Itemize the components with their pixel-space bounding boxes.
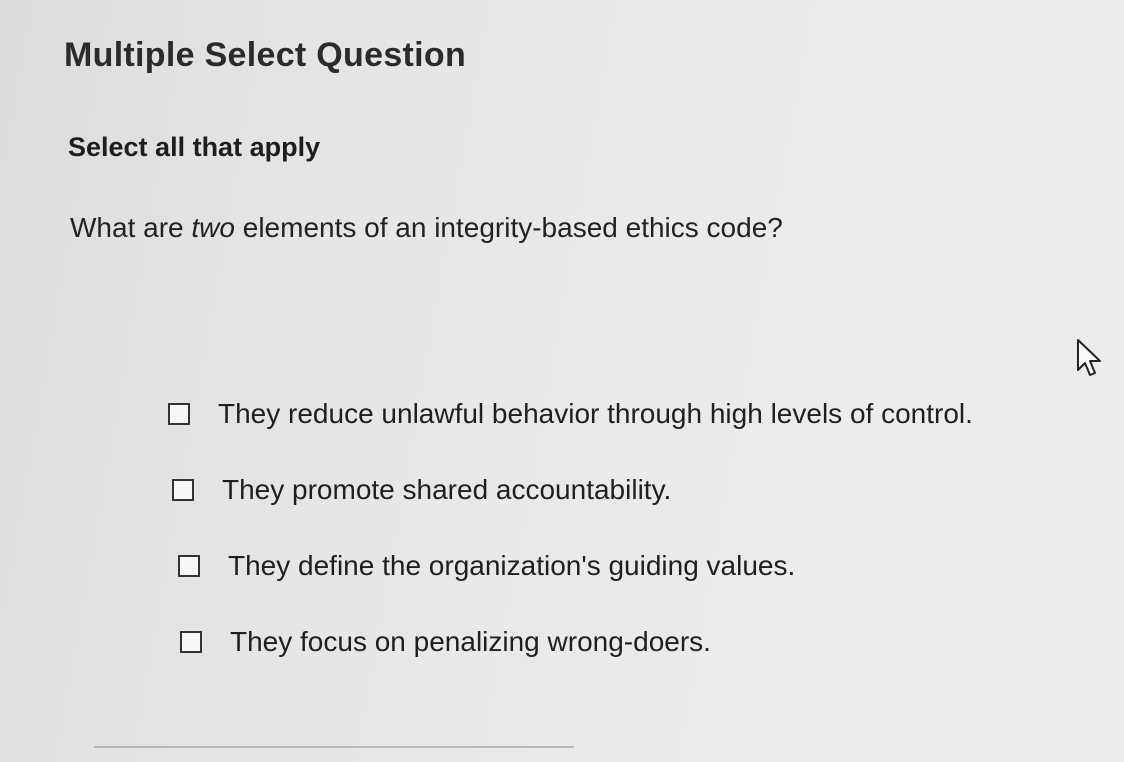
answer-option-3[interactable]: They define the organization's guiding v… — [168, 528, 1108, 604]
answer-option-label[interactable]: They reduce unlawful behavior through hi… — [218, 398, 973, 430]
checkbox-empty-icon[interactable] — [178, 555, 200, 577]
prompt-emphasis: two — [191, 212, 235, 243]
answer-option-2[interactable]: They promote shared accountability. — [168, 452, 1108, 528]
instruction-text: Select all that apply — [68, 132, 321, 162]
answer-option-4[interactable]: They focus on penalizing wrong-doers. — [168, 604, 1108, 680]
answer-option-label[interactable]: They promote shared accountability. — [222, 474, 671, 506]
checkbox-empty-icon[interactable] — [168, 403, 190, 425]
prompt-text-start: What are — [70, 212, 192, 243]
checkbox-empty-icon[interactable] — [180, 631, 202, 653]
answer-options-list: They reduce unlawful behavior through hi… — [168, 376, 1108, 680]
answer-option-label[interactable]: They focus on penalizing wrong-doers. — [230, 626, 711, 658]
answer-option-1[interactable]: They reduce unlawful behavior through hi… — [168, 376, 1108, 452]
question-page: Multiple Select Question Select all that… — [0, 0, 1124, 762]
mouse-pointer-icon — [1077, 339, 1101, 376]
answer-option-label[interactable]: They define the organization's guiding v… — [228, 550, 795, 582]
question-prompt: What are two elements of an integrity-ba… — [70, 212, 783, 244]
prompt-text-end: elements of an integrity-based ethics co… — [234, 212, 783, 243]
question-type-heading: Multiple Select Question — [64, 36, 467, 74]
checkbox-empty-icon[interactable] — [172, 479, 194, 501]
divider — [94, 746, 574, 748]
